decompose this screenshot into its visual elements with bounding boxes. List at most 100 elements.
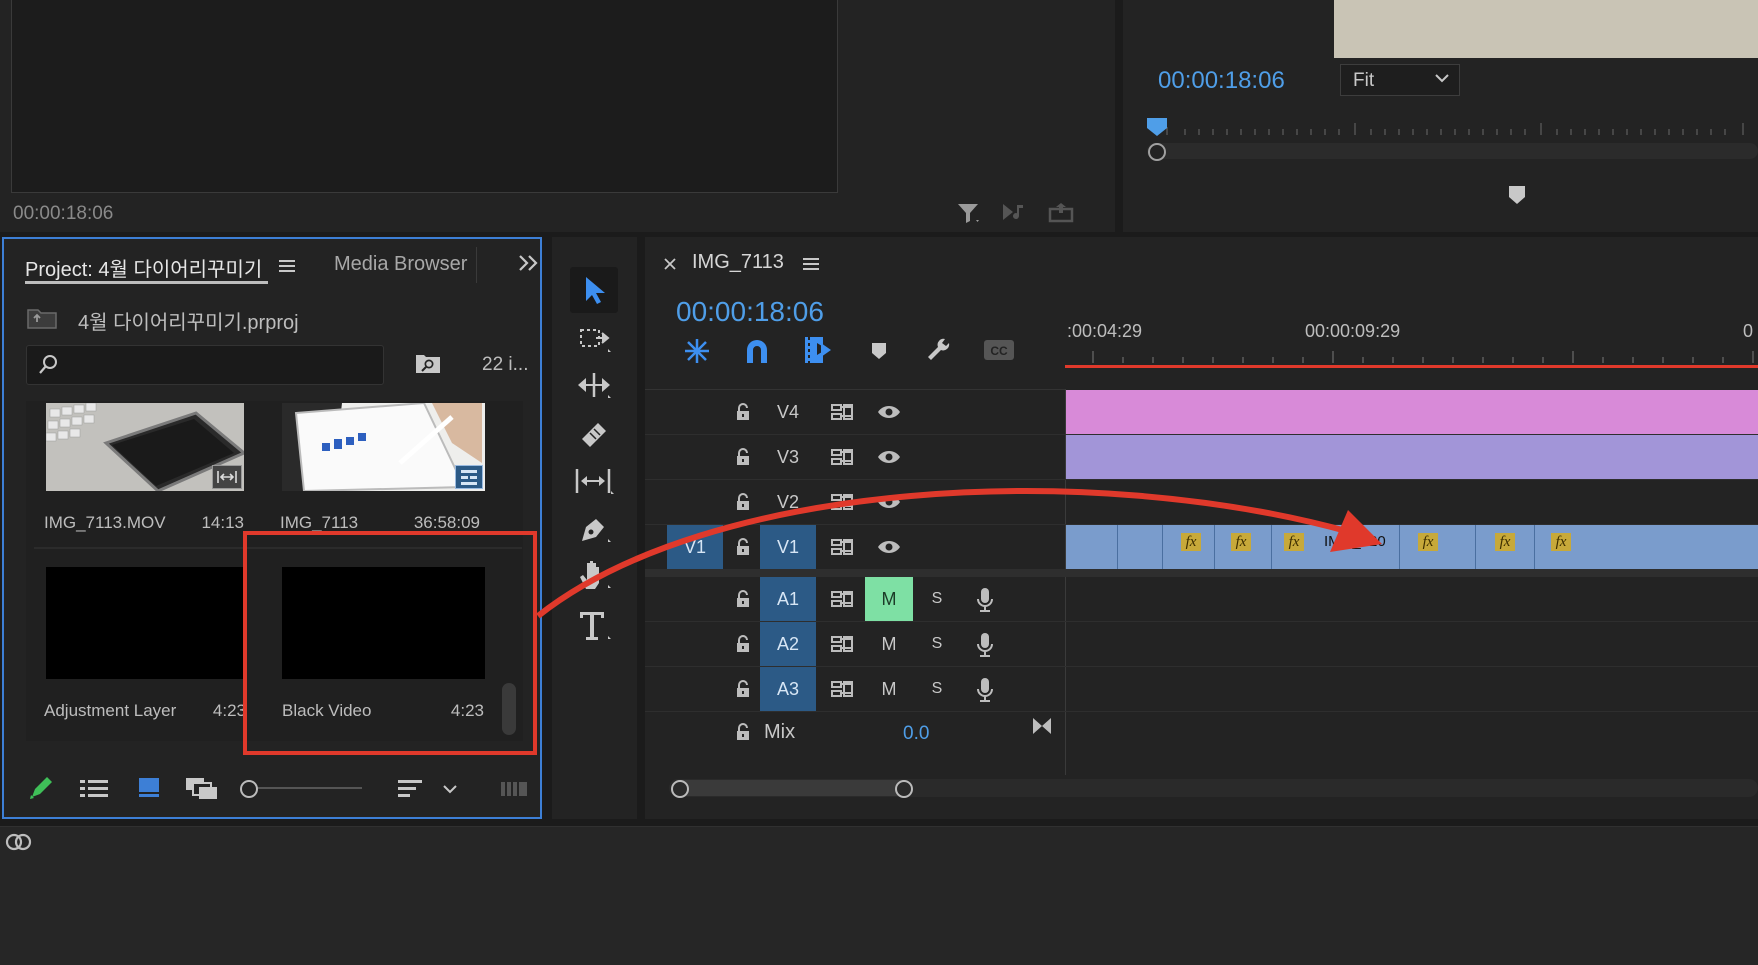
marker-icon[interactable] (1508, 185, 1526, 205)
source-timecode[interactable]: 00:00:18:06 (13, 203, 113, 225)
status-bar (0, 826, 1758, 965)
linked-selection-icon[interactable] (803, 335, 833, 365)
mix-value[interactable]: 0.0 (903, 723, 929, 745)
captions-icon[interactable]: CC (983, 339, 1015, 361)
lock-icon[interactable] (735, 402, 751, 422)
timeline-timecode[interactable]: 00:00:18:06 (676, 296, 824, 328)
search-input[interactable] (65, 352, 369, 378)
search-icon (37, 354, 59, 376)
media-item-duration: 14:13 (201, 513, 244, 532)
fx-badge: fx (1495, 533, 1515, 551)
export-frame-icon[interactable] (1047, 200, 1077, 224)
sequence-menu-icon[interactable] (802, 256, 820, 272)
project-folder-icon (26, 306, 58, 330)
automate-to-sequence-icon[interactable] (500, 779, 530, 799)
icon-view-icon[interactable] (136, 775, 162, 799)
program-video-frame (1334, 0, 1758, 58)
zoom-scrollbar-handle[interactable] (1148, 143, 1166, 161)
lock-icon[interactable] (735, 634, 751, 654)
voiceover-mic-icon[interactable] (975, 632, 995, 658)
source-monitor-panel: 00:00:18:06 (0, 0, 1115, 232)
eye-icon[interactable] (877, 404, 901, 420)
sync-lock-icon[interactable] (830, 635, 854, 653)
program-timecode[interactable]: 00:00:18:06 (1158, 67, 1285, 95)
snap-magnet-icon[interactable] (743, 337, 771, 365)
zoom-dropdown[interactable]: Fit (1340, 64, 1460, 96)
mix-meter-icon[interactable] (1031, 716, 1053, 736)
media-item-name: IMG_7113.MOV (44, 513, 166, 532)
sync-lock-icon[interactable] (830, 448, 854, 466)
thumbnail-ipad-drawing (282, 403, 485, 491)
clip-v1[interactable]: fx (1535, 525, 1758, 569)
fx-badge: fx (1418, 533, 1438, 551)
program-time-ruler[interactable] (1145, 115, 1758, 145)
panel-menu-icon[interactable] (278, 258, 296, 274)
media-item-img7113-sequence[interactable]: IMG_7113 36:58:09 (262, 401, 498, 547)
media-item-name: IMG_7113 (280, 513, 359, 532)
sort-icons-icon[interactable] (396, 777, 424, 801)
tab-media-browser[interactable]: Media Browser (334, 253, 467, 276)
mute-button[interactable]: M (865, 667, 913, 711)
lock-icon[interactable] (735, 679, 751, 699)
item-count: 22 i... (482, 354, 529, 375)
freeform-view-icon[interactable] (184, 775, 220, 801)
list-view-icon[interactable] (78, 777, 110, 799)
thumbnail-black (46, 567, 244, 679)
media-item-adjustment-layer[interactable]: Adjustment Layer 4:23 (26, 551, 262, 741)
sequence-badge-icon (455, 465, 483, 489)
thumbnail-ipad-keyboard (46, 403, 244, 491)
scrollbar-left-handle[interactable] (671, 780, 689, 798)
razor-tool-icon[interactable] (570, 413, 618, 453)
clip-v1[interactable]: fx (1476, 525, 1535, 569)
search-field[interactable] (26, 345, 384, 385)
tab-project[interactable]: Project: 4월 다이어리꾸미기 (25, 253, 262, 282)
sync-lock-icon[interactable] (830, 403, 854, 421)
scrollbar-right-handle[interactable] (895, 780, 913, 798)
add-marker-icon[interactable] (870, 341, 888, 361)
thumbnail-size-slider[interactable] (240, 779, 364, 798)
sort-chevron-down-icon[interactable] (442, 783, 458, 795)
solo-button[interactable]: S (923, 667, 951, 711)
track-v4: V4 (645, 390, 1115, 438)
highlight-box (243, 531, 537, 755)
timeline-settings-wrench-icon[interactable] (925, 337, 953, 365)
mix-label: Mix (764, 721, 796, 743)
write-protect-icon[interactable] (28, 775, 54, 801)
track-label[interactable]: V4 (760, 390, 816, 434)
program-monitor-panel: 00:00:18:06 Fit (1123, 0, 1758, 232)
voiceover-mic-icon[interactable] (975, 677, 995, 703)
timeline-zoom-scrollbar[interactable] (669, 779, 1758, 798)
close-sequence-icon[interactable] (663, 257, 677, 271)
source-monitor-viewport (11, 0, 838, 193)
ripple-edit-tool-icon[interactable] (570, 365, 618, 405)
insert-audio-icon[interactable] (1000, 200, 1030, 224)
filter-icon[interactable] (954, 200, 984, 226)
scrollbar-thumb[interactable] (675, 780, 907, 796)
clip-v1[interactable]: fx (1400, 525, 1476, 569)
lock-icon[interactable] (735, 447, 751, 467)
more-tabs-icon[interactable] (518, 254, 540, 272)
media-item-name: Adjustment Layer (44, 701, 177, 720)
timeline-ruler[interactable]: :00:04:29 00:00:09:29 0 (1065, 317, 1758, 369)
clip-v4[interactable] (1066, 390, 1758, 434)
nest-icon[interactable] (682, 337, 712, 365)
creative-cloud-icon[interactable] (4, 829, 34, 855)
media-item-duration: 4:23 (212, 701, 246, 720)
track-label[interactable]: A3 (760, 667, 816, 711)
chevron-down-icon (1435, 73, 1449, 83)
media-item-img7113-mov[interactable]: IMG_7113.MOV 14:13 (26, 401, 262, 547)
svg-text:CC: CC (990, 344, 1008, 358)
lock-icon[interactable] (735, 722, 751, 742)
zoom-scrollbar-track[interactable] (1147, 143, 1758, 159)
eye-icon[interactable] (877, 449, 901, 465)
playhead-marker[interactable] (1146, 117, 1168, 137)
track-select-forward-tool-icon[interactable] (570, 319, 618, 359)
project-filename: 4월 다이어리꾸미기.prproj (78, 312, 299, 334)
new-search-bin-icon[interactable] (414, 351, 442, 375)
track-a3: A3 M S (645, 667, 1115, 715)
selection-tool-icon[interactable] (570, 267, 618, 313)
work-area-bar[interactable] (1065, 365, 1758, 368)
sequence-tab-title[interactable]: IMG_7113 (692, 251, 784, 274)
ruler-label: 0 (1743, 321, 1754, 341)
sync-lock-icon[interactable] (830, 680, 854, 698)
